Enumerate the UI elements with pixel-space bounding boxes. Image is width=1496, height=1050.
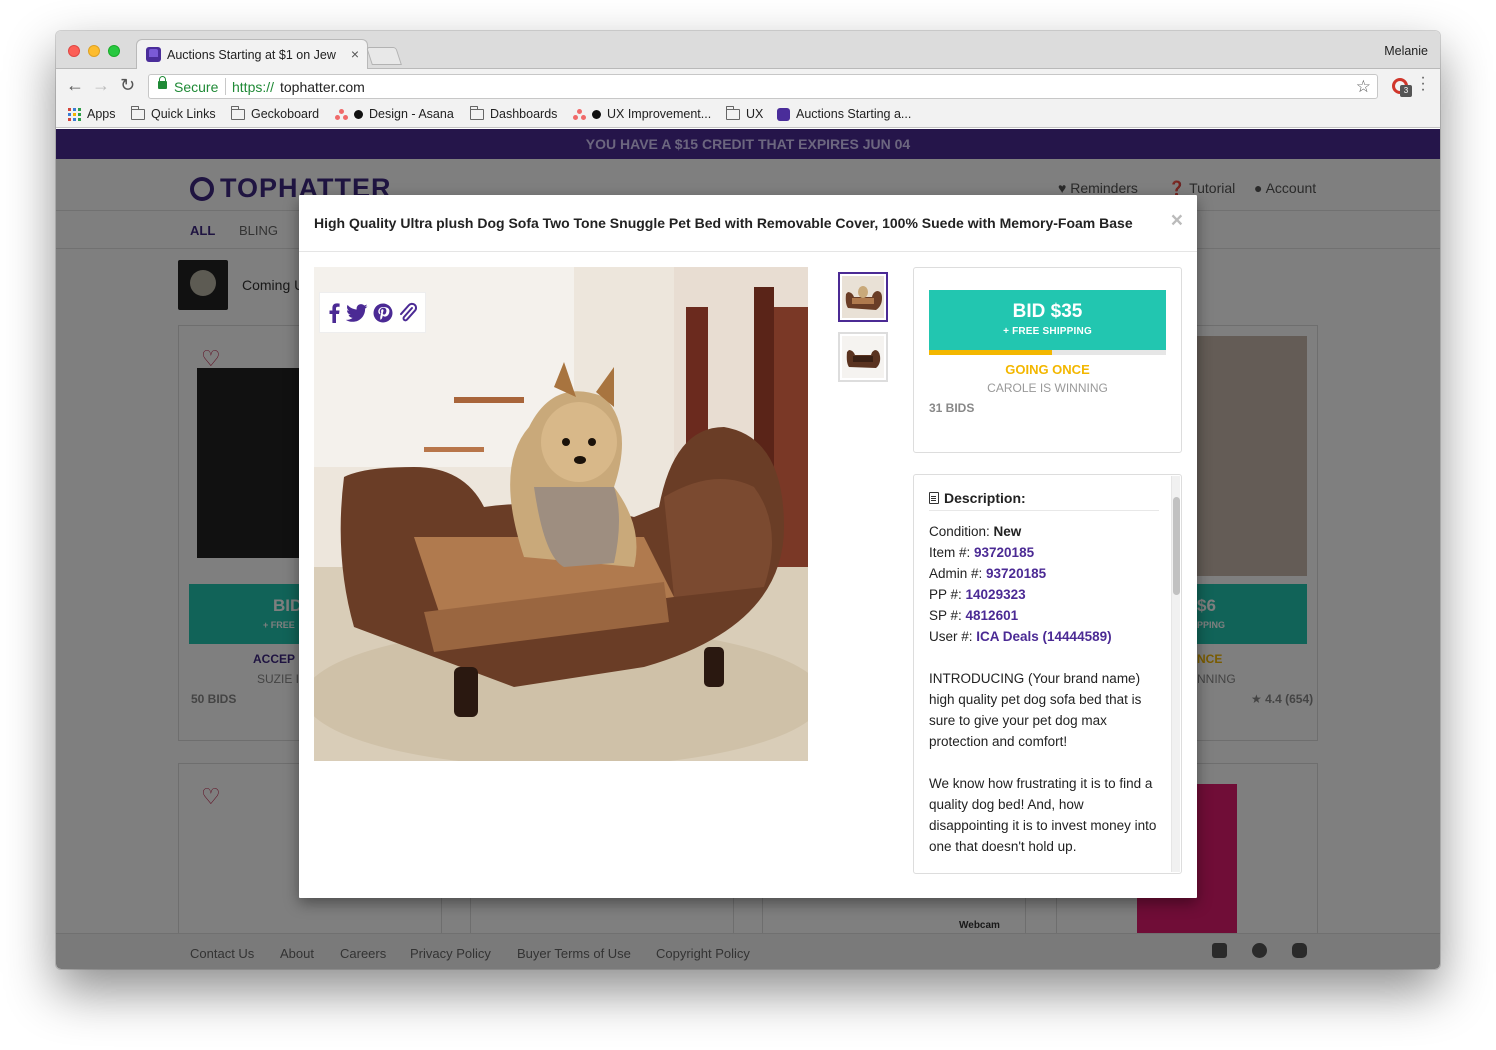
bookmark-label: UX (746, 107, 764, 121)
pp-number-link[interactable]: 14029323 (966, 587, 1026, 602)
tab-close-icon[interactable]: × (351, 46, 359, 62)
browser-window: Auctions Starting at $1 on Jew × Melanie… (56, 31, 1440, 969)
forward-arrow-icon[interactable]: → (92, 76, 110, 94)
bookmarks-bar: Apps Quick Links Geckoboard Design - Asa… (56, 103, 1440, 128)
bookmark-dashboards[interactable]: Dashboards (470, 105, 558, 121)
condition-row: Condition: New (929, 524, 1022, 539)
description-body: Condition: New Item #: 93720185 Admin #:… (929, 521, 1164, 857)
sp-number-link[interactable]: 4812601 (966, 608, 1019, 623)
scrollbar-thumb[interactable] (1173, 497, 1180, 595)
back-arrow-icon[interactable]: ← (66, 76, 84, 94)
desktop: Auctions Starting at $1 on Jew × Melanie… (0, 0, 1496, 1050)
bookmark-label: UX Improvement... (607, 107, 712, 121)
paperclip-link-icon[interactable] (398, 302, 418, 324)
asana-icon (335, 108, 348, 120)
bookmark-label: Design - Asana (369, 107, 454, 121)
sp-number-row: SP #: 4812601 (929, 608, 1019, 623)
product-modal: High Quality Ultra plush Dog Sofa Two To… (299, 195, 1197, 898)
admin-number-link[interactable]: 93720185 (986, 566, 1046, 581)
description-heading: Description: (929, 490, 1159, 511)
folder-icon (726, 105, 740, 120)
new-tab-button[interactable] (366, 47, 402, 65)
bookmark-label: Dashboards (490, 107, 558, 121)
facebook-icon[interactable] (327, 302, 341, 323)
bid-shipping-label: + FREE SHIPPING (1003, 326, 1092, 337)
lock-icon (158, 76, 167, 89)
thumbnail-1[interactable] (838, 272, 888, 322)
product-image[interactable] (314, 267, 808, 761)
bookmark-ux-improvement[interactable]: UX Improvement... (573, 107, 711, 121)
folder-icon (470, 105, 484, 120)
item-number-row: Item #: 93720185 (929, 545, 1035, 560)
auction-timer-bar (929, 350, 1166, 355)
browser-menu-icon[interactable]: · · · (1420, 70, 1426, 98)
browser-toolbar: ← → ↻ Secure https:// tophatter.com ☆ 3 … (56, 69, 1440, 103)
browser-tab[interactable]: Auctions Starting at $1 on Jew × (136, 39, 368, 70)
description-paragraph: INTRODUCING (Your brand name) high quali… (929, 671, 1142, 749)
extension-badge: 3 (1400, 85, 1412, 97)
dot-icon (592, 109, 601, 119)
condition-value: New (993, 524, 1022, 539)
winner-label: CAROLE IS WINNING (987, 381, 1108, 395)
bookmark-quick-links[interactable]: Quick Links (131, 105, 216, 121)
bookmark-label: Auctions Starting a... (796, 107, 912, 121)
description-scrollbar[interactable] (1171, 476, 1180, 872)
modal-close-icon[interactable]: × (1171, 209, 1183, 233)
url-scheme: https:// (232, 79, 275, 95)
description-panel[interactable]: Description: Condition: New Item #: 9372… (913, 474, 1182, 874)
bookmark-geckoboard[interactable]: Geckoboard (231, 105, 320, 121)
bookmark-auctions[interactable]: Auctions Starting a... (777, 107, 911, 121)
url-separator (225, 78, 226, 95)
zoom-window-button[interactable] (108, 45, 120, 57)
bid-panel: BID $35 + FREE SHIPPING GOING ONCE CAROL… (913, 267, 1182, 453)
bid-count: 31 BIDS (929, 401, 975, 415)
apps-grid-icon (68, 107, 81, 121)
profile-name[interactable]: Melanie (1384, 44, 1428, 58)
pp-number-row: PP #: 14029323 (929, 587, 1026, 602)
bookmark-ux[interactable]: UX (726, 105, 764, 121)
auction-timer-fill (929, 350, 1053, 355)
thumbnail-2[interactable] (838, 332, 888, 382)
item-number-link[interactable]: 93720185 (974, 545, 1034, 560)
user-link[interactable]: ICA Deals (14444589) (976, 629, 1111, 644)
modal-header: High Quality Ultra plush Dog Sofa Two To… (299, 195, 1197, 252)
bookmark-label: Geckoboard (251, 107, 320, 121)
document-icon (929, 492, 939, 504)
modal-title: High Quality Ultra plush Dog Sofa Two To… (314, 215, 1133, 231)
tab-title: Auctions Starting at $1 on Jew (167, 48, 336, 62)
bid-button[interactable]: BID $35 + FREE SHIPPING (929, 290, 1166, 350)
auction-status: GOING ONCE (1005, 362, 1090, 377)
url-host: tophatter.com (280, 79, 365, 95)
pinterest-icon[interactable] (373, 303, 393, 323)
address-bar[interactable]: Secure https:// tophatter.com ☆ (148, 74, 1378, 99)
tophatter-icon (777, 107, 790, 121)
folder-icon (231, 105, 245, 120)
admin-number-row: Admin #: 93720185 (929, 566, 1047, 581)
bookmark-label: Apps (87, 107, 116, 121)
bookmark-star-icon[interactable]: ☆ (1356, 77, 1371, 97)
secure-label: Secure (174, 79, 219, 95)
tophatter-favicon-icon (146, 47, 161, 62)
user-number-row: User #: ICA Deals (14444589) (929, 629, 1112, 644)
reload-icon[interactable]: ↻ (120, 76, 135, 94)
description-paragraph: We know how frustrating it is to find a … (929, 776, 1157, 854)
bookmark-design-asana[interactable]: Design - Asana (335, 107, 454, 121)
bookmark-apps[interactable]: Apps (68, 107, 116, 121)
folder-icon (131, 105, 145, 120)
minimize-window-button[interactable] (88, 45, 100, 57)
bid-amount-label: BID $35 (1012, 301, 1083, 322)
share-bar (319, 292, 426, 333)
close-window-button[interactable] (68, 45, 80, 57)
twitter-icon[interactable] (345, 303, 368, 322)
bookmark-label: Quick Links (151, 107, 216, 121)
asana-icon (573, 108, 586, 120)
dot-icon (354, 109, 363, 119)
description-heading-text: Description: (944, 490, 1026, 506)
tab-strip: Auctions Starting at $1 on Jew × Melanie (56, 31, 1440, 70)
